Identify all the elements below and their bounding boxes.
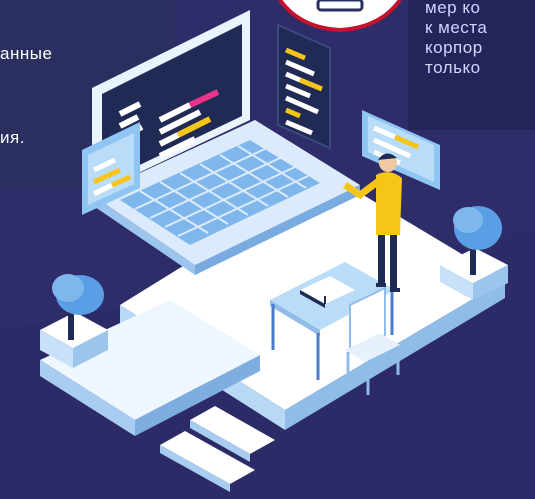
left-text-line-2: ия. [0, 128, 25, 147]
right-text-line-4: только [425, 58, 481, 77]
right-text-line-2: к места [425, 18, 488, 37]
right-text-line-3: корпор [425, 38, 483, 57]
right-text-line-1: мер ко [425, 0, 481, 17]
left-text-line-1: анные [0, 44, 53, 63]
